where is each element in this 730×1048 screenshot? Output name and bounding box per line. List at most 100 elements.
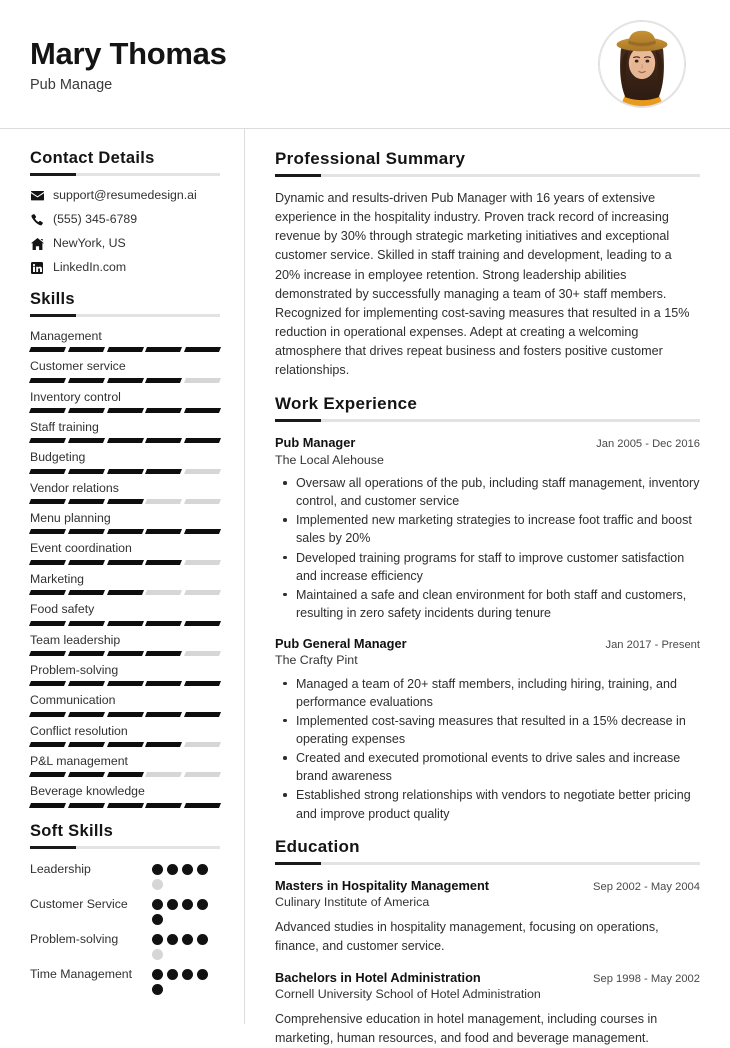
- contact-item-location[interactable]: NewYork, US: [30, 236, 220, 252]
- skill-item: Communication: [28, 693, 221, 717]
- skill-bar-segment: [145, 772, 183, 778]
- skill-item: Management: [28, 328, 221, 353]
- skill-bar-segment: [184, 377, 221, 383]
- avatar: [598, 20, 686, 108]
- skill-bar-segment: [67, 529, 105, 535]
- rating-dot: [152, 878, 163, 890]
- rating-dot: [167, 863, 178, 875]
- entry-bullet: Oversaw all operations of the pub, inclu…: [275, 474, 700, 510]
- section-heading-contact: Contact Details: [30, 149, 155, 167]
- entry-bullet: Created and executed promotional events …: [275, 749, 700, 785]
- entry-bullet: Implemented new marketing strategies to …: [275, 511, 700, 547]
- section-skills: Skills Management Customer service Invento…: [28, 290, 221, 808]
- skill-bar-segment: [184, 468, 221, 474]
- skill-item: Customer service: [28, 359, 221, 383]
- contact-item-email[interactable]: support@resumedesign.ai: [30, 188, 220, 204]
- rating-dot: [152, 863, 163, 875]
- header-job-title: Pub Manage: [30, 77, 113, 94]
- skill-bar-segment: [28, 438, 66, 444]
- skill-bar-segment: [184, 711, 221, 717]
- skill-bar-segment: [184, 620, 221, 626]
- skill-bar-segment: [106, 681, 144, 687]
- education-entry-list: Masters in Hospitality Management Sep 200…: [275, 877, 700, 1048]
- sidebar: Contact Details support@resumedesign.ai …: [0, 129, 245, 1024]
- entry-bullet: Developed training programs for staff to…: [275, 549, 700, 585]
- skill-label: Conflict resolution: [30, 723, 128, 738]
- skill-bar-segment: [184, 681, 221, 687]
- rating-dot: [197, 933, 208, 945]
- entry-bullet: Maintained a safe and clean environment …: [275, 586, 700, 622]
- skill-level-bar: [28, 681, 221, 687]
- skill-item: Budgeting: [28, 450, 221, 474]
- entry-header: Masters in Hospitality Management Sep 200…: [275, 877, 700, 894]
- skill-bar-segment: [28, 650, 66, 656]
- entry-header: Bachelors in Hotel Administration Sep 199…: [275, 969, 700, 986]
- resume-header: Mary Thomas Pub Manage: [0, 0, 730, 129]
- rating-dot: [152, 968, 163, 980]
- skill-bar-segment: [28, 620, 66, 626]
- entry-organization: The Local Alehouse: [275, 452, 384, 467]
- skill-bar-segment: [184, 347, 221, 353]
- skill-bar-segment: [28, 377, 66, 383]
- entry-date: Jan 2005 - Dec 2016: [596, 438, 700, 451]
- skill-bar-segment: [184, 802, 221, 808]
- soft-skill-item: Customer Service: [30, 896, 220, 925]
- page-title: Mary Thomas: [30, 36, 227, 72]
- skill-label: Inventory control: [30, 389, 121, 404]
- skill-label: Menu planning: [30, 511, 111, 526]
- skill-level-bar: [28, 802, 221, 808]
- skill-level-bar: [28, 499, 221, 505]
- skill-label: Beverage knowledge: [30, 784, 145, 799]
- skill-bar-segment: [106, 347, 144, 353]
- entry-bullet: Managed a team of 20+ staff members, inc…: [275, 675, 700, 711]
- skill-item: Beverage knowledge: [28, 784, 221, 808]
- linkedin-icon: [30, 261, 44, 274]
- header-text-block: Mary Thomas Pub Manage: [30, 33, 227, 94]
- skill-level-bar: [28, 408, 221, 414]
- work-entry-list: Pub Manager Jan 2005 - Dec 2016 The Local …: [275, 434, 700, 822]
- skill-bar-segment: [106, 499, 144, 505]
- contact-phone-value: (555) 345-6789: [53, 211, 138, 226]
- resume-entry: Pub General Manager Jan 2017 - Present The…: [275, 635, 700, 823]
- soft-skill-item: Leadership: [30, 861, 220, 890]
- skill-label: Management: [30, 328, 102, 343]
- entry-header: Pub General Manager Jan 2017 - Present: [275, 635, 700, 652]
- entry-bullet: Established strong relationships with ve…: [275, 786, 700, 822]
- skill-item: Problem-solving: [28, 663, 221, 687]
- contact-item-linkedin[interactable]: LinkedIn.com: [30, 260, 220, 276]
- skill-bar-segment: [67, 590, 105, 596]
- skill-bar-segment: [106, 590, 144, 596]
- soft-skill-label: Leadership: [30, 861, 91, 876]
- skill-bar-segment: [67, 802, 105, 808]
- section-rule: [30, 845, 220, 849]
- skill-bar-segment: [145, 529, 183, 535]
- skill-bar-segment: [106, 620, 144, 626]
- soft-skill-list: Leadership Customer Service Problem-solvin…: [30, 861, 220, 995]
- rating-dot: [182, 863, 193, 875]
- skill-bar-segment: [145, 408, 183, 414]
- contact-email-value: support@resumedesign.ai: [53, 188, 197, 202]
- soft-skill-rating: [152, 966, 220, 995]
- skill-label: Vendor relations: [30, 480, 119, 495]
- skill-item: Event coordination: [28, 541, 221, 565]
- section-education: Education Masters in Hospitality Managem…: [275, 837, 700, 1048]
- soft-skill-item: Problem-solving: [30, 931, 220, 960]
- entry-bullet: Implemented cost-saving measures that re…: [275, 712, 700, 748]
- skill-bar-segment: [106, 408, 144, 414]
- skill-bar-segment: [28, 499, 66, 505]
- skill-bar-segment: [184, 559, 221, 565]
- skill-item: Staff training: [28, 420, 221, 444]
- contact-item-phone[interactable]: (555) 345-6789: [30, 212, 220, 228]
- skill-bar-segment: [67, 438, 105, 444]
- entry-bullet-list: Managed a team of 20+ staff members, inc…: [275, 675, 700, 823]
- skill-bar-segment: [67, 499, 105, 505]
- skill-label: Budgeting: [30, 450, 86, 465]
- soft-skill-rating: [152, 896, 220, 925]
- skill-bar-segment: [28, 408, 66, 414]
- skill-bar-segment: [67, 468, 105, 474]
- skill-bar-segment: [28, 559, 66, 565]
- contact-list: support@resumedesign.ai (555) 345-6789 N…: [30, 188, 220, 276]
- section-heading-education: Education: [275, 836, 360, 856]
- skill-bar-segment: [145, 377, 183, 383]
- entry-title: Pub Manager: [275, 435, 356, 451]
